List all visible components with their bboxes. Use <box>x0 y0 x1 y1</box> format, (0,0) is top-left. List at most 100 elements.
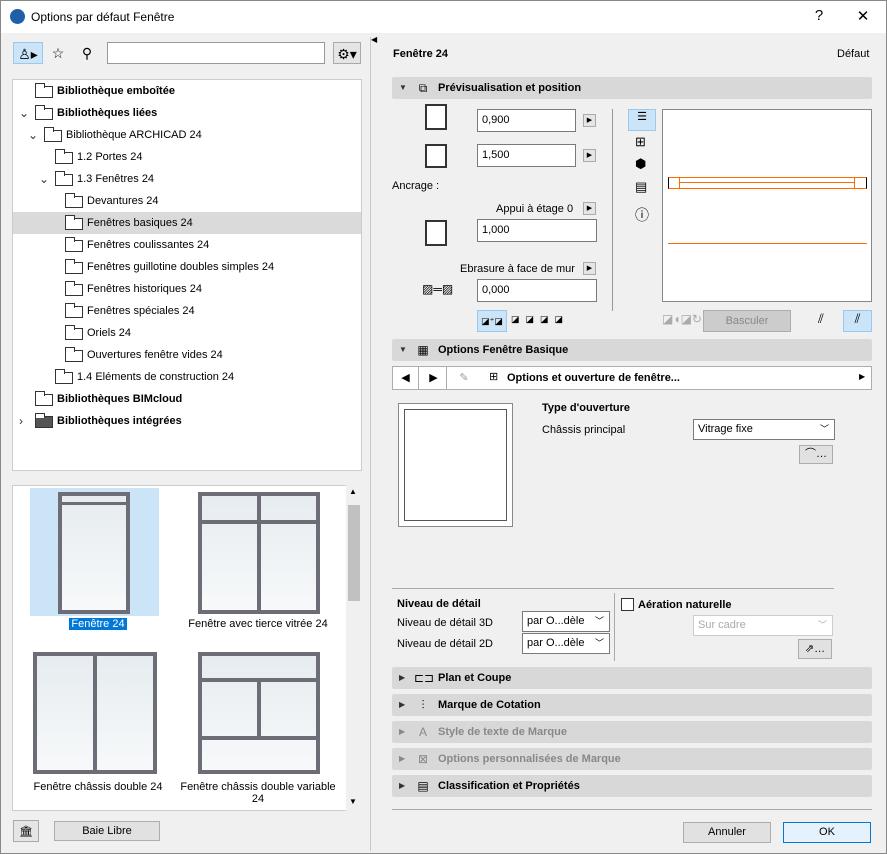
tree-item[interactable]: 1.2 Portes 24 <box>13 146 361 168</box>
anchor-mode-1-icon[interactable]: ◪⁺◪ <box>477 310 507 332</box>
thumb-chassis-double-variable[interactable] <box>198 652 320 774</box>
favorites-star-icon[interactable]: ☆ <box>46 42 70 64</box>
close-button[interactable]: ✕ <box>848 7 878 25</box>
tree-item-label: Bibliothèques liées <box>57 107 158 119</box>
sill-input[interactable]: 1,000 <box>477 219 597 242</box>
tree-item[interactable]: › Bibliothèques intégrées <box>13 410 361 432</box>
elevation-view-icon[interactable]: ⊞ <box>635 134 646 150</box>
library-view-icon[interactable]: ♙▸ <box>13 42 43 64</box>
plan-view-icon[interactable]: ☰ <box>628 109 656 131</box>
library-icon <box>35 83 53 98</box>
ok-button[interactable]: OK <box>783 822 871 843</box>
tree-item[interactable]: Bibliothèques BIMcloud <box>13 388 361 410</box>
gallery-scrollbar[interactable]: ▲ ▼ <box>346 485 362 811</box>
baie-libre-button[interactable]: Baie Libre <box>54 821 160 841</box>
tree-item[interactable]: Fenêtres coulissantes 24 <box>13 234 361 256</box>
section-plan-coupe[interactable]: ▶ ⊏⊐ Plan et Coupe <box>392 667 872 689</box>
section-text-style[interactable]: ▶ A Style de texte de Marque <box>392 721 872 743</box>
thumb-chassis-double[interactable] <box>33 652 157 774</box>
sash-settings-button[interactable]: ⌒… <box>799 445 833 464</box>
ventilation-select[interactable]: Sur cadre ﹀ <box>693 615 833 636</box>
tree-item[interactable]: 1.4 Eléments de construction 24 <box>13 366 361 388</box>
sill-arrow-button[interactable]: ▶ <box>583 202 596 215</box>
splitter[interactable] <box>370 37 371 851</box>
object-gallery[interactable]: Fenêtre 24 Fenêtre avec tierce vitrée 24… <box>12 485 362 811</box>
page-nav-bar: ◀ ▶ ✎ ⊞ Options et ouverture de fenêtre.… <box>392 366 872 390</box>
tree-item[interactable]: Bibliothèque emboîtée <box>13 80 361 102</box>
info-icon[interactable]: ⓘ <box>635 205 649 225</box>
next-page-button[interactable]: ▶ <box>421 367 447 389</box>
page-nav-label[interactable]: Options et ouverture de fenêtre... <box>507 372 680 384</box>
chevron-down-icon[interactable]: ⌄ <box>19 102 29 124</box>
3d-view-icon[interactable]: ⬢ <box>635 156 646 172</box>
tree-item[interactable]: Oriels 24 <box>13 322 361 344</box>
anchor-modes-icons[interactable]: ◪◪◪◪ <box>511 314 569 325</box>
tree-item[interactable]: ⌄ Bibliothèques liées <box>13 102 361 124</box>
thumb-tierce-vitree[interactable] <box>198 492 320 614</box>
folder-icon <box>65 281 83 296</box>
width-arrow-button[interactable]: ▶ <box>583 114 596 127</box>
reveal-icon: ▨═▨ <box>422 282 454 296</box>
dimension-marker-icon: ⫶ <box>421 698 425 712</box>
height-input[interactable]: 1,500 <box>477 144 576 167</box>
ventilation-checkbox[interactable] <box>621 598 634 611</box>
reveal-input[interactable]: 0,000 <box>477 279 597 302</box>
library-tree[interactable]: Bibliothèque emboîtée ⌄ Bibliothèques liée… <box>12 79 362 471</box>
folder-icon <box>65 215 83 230</box>
chevron-down-icon[interactable]: ⌄ <box>39 168 49 190</box>
tree-item-label: Fenêtres guillotine doubles simples 24 <box>87 261 275 273</box>
reveal-arrow-button[interactable]: ▶ <box>583 262 596 275</box>
help-button[interactable]: ? <box>804 7 834 24</box>
tree-item-label: Fenêtres basiques 24 <box>87 217 193 229</box>
chevron-down-icon[interactable]: ⌄ <box>28 124 38 146</box>
tree-item[interactable]: Fenêtres basiques 24 <box>13 212 361 234</box>
tree-item[interactable]: ⌄ Bibliothèque ARCHICAD 24 <box>13 124 361 146</box>
section-preview[interactable]: ▼ ⧉ Prévisualisation et position <box>392 77 872 99</box>
tree-item[interactable]: Fenêtres historiques 24 <box>13 278 361 300</box>
prev-page-button[interactable]: ◀ <box>393 367 419 389</box>
chevron-right-icon[interactable]: › <box>19 410 23 432</box>
tree-item[interactable]: Devantures 24 <box>13 190 361 212</box>
main-sash-label: Châssis principal <box>542 424 626 436</box>
mirror-icon[interactable]: ⫽ <box>818 311 824 327</box>
search-input[interactable] <box>107 42 325 64</box>
gallery-label: Fenêtre 24 <box>69 618 127 630</box>
preview-canvas <box>662 109 872 302</box>
folder-icon <box>65 193 83 208</box>
section-marque-cotation[interactable]: ▶ ⫶ Marque de Cotation <box>392 694 872 716</box>
tree-item-label: Ouvertures fenêtre vides 24 <box>87 349 223 361</box>
section-view-icon[interactable]: ▤ <box>635 179 647 195</box>
detail-2d-select[interactable]: par O...dèle ﹀ <box>522 633 610 654</box>
page-menu-arrow[interactable]: ▶ <box>859 372 865 381</box>
detail-3d-select[interactable]: par O...dèle ﹀ <box>522 611 610 632</box>
tree-item[interactable]: Fenêtres spéciales 24 <box>13 300 361 322</box>
flip-button[interactable]: Basculer <box>703 310 791 332</box>
ventilation-settings-button[interactable]: ⇗… <box>798 639 832 659</box>
tree-item-label: Fenêtres spéciales 24 <box>87 305 195 317</box>
width-icon <box>425 104 447 130</box>
settings-gear-icon[interactable]: ⚙▾ <box>333 42 361 64</box>
width-input[interactable]: 0,900 <box>477 109 576 132</box>
cancel-button[interactable]: Annuler <box>683 822 771 843</box>
thumb-fenetre-24[interactable] <box>58 492 130 614</box>
search-icon[interactable]: ⚲ <box>75 42 99 64</box>
tree-item[interactable]: Fenêtres guillotine doubles simples 24 <box>13 256 361 278</box>
section-custom-marker[interactable]: ▶ ⊠ Options personnalisées de Marque <box>392 748 872 770</box>
tree-item[interactable]: ⌄ 1.3 Fenêtres 24 <box>13 168 361 190</box>
archicad-logo-icon <box>10 9 25 24</box>
tree-item-label: Bibliothèques intégrées <box>57 415 182 427</box>
tree-item[interactable]: Ouvertures fenêtre vides 24 <box>13 344 361 366</box>
height-arrow-button[interactable]: ▶ <box>583 149 596 162</box>
mirror-selected-icon[interactable]: ⫽ <box>843 310 872 332</box>
detail-2d-label: Niveau de détail 2D <box>397 638 494 650</box>
section-basic-options[interactable]: ▼ ▦ Options Fenêtre Basique <box>392 339 872 361</box>
section-classification[interactable]: ▶ ▤ Classification et Propriétés <box>392 775 872 797</box>
library-manager-icon[interactable]: 🏛 <box>13 820 39 842</box>
collapse-arrow-icon[interactable]: ◀ <box>371 35 377 44</box>
folder-icon <box>65 259 83 274</box>
edit-page-icon[interactable]: ✎ <box>451 367 477 389</box>
tree-item-label: Bibliothèques BIMcloud <box>57 393 183 405</box>
main-sash-select[interactable]: Vitrage fixe ﹀ <box>693 419 835 440</box>
reveal-label: Ebrasure à face de mur <box>460 263 575 275</box>
tree-item-label: Bibliothèque emboîtée <box>57 85 175 97</box>
